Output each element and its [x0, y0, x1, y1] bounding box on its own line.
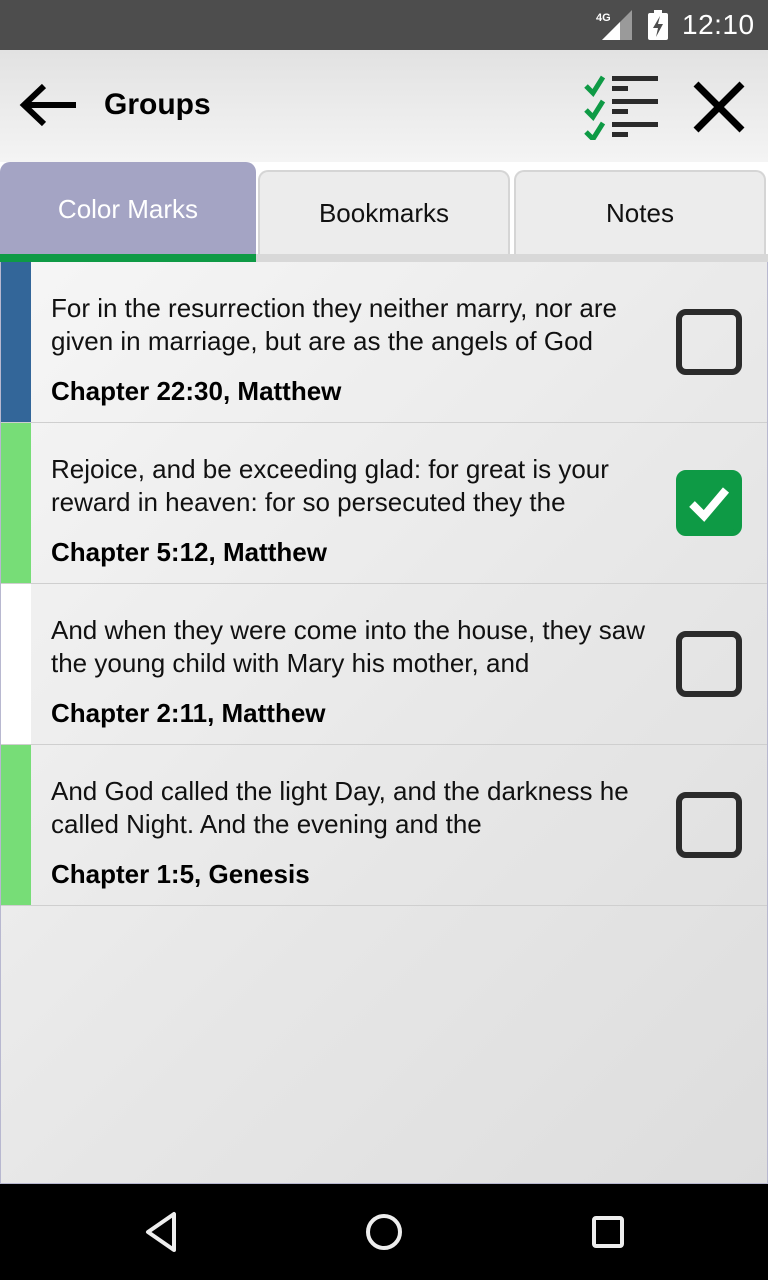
checkmark-icon	[689, 487, 730, 522]
back-triangle-icon[interactable]	[140, 1210, 184, 1254]
svg-text:4G: 4G	[596, 12, 611, 24]
tab-notes[interactable]: Notes	[514, 170, 766, 254]
app-bar: Groups	[0, 50, 768, 162]
item-checkbox-checked[interactable]	[676, 470, 742, 536]
verse-reference: Chapter 2:11, Matthew	[51, 698, 326, 728]
verse-reference: Chapter 22:30, Matthew	[51, 376, 342, 406]
tab-indicator-track	[0, 254, 768, 262]
signal-4g-icon: 4G	[596, 10, 632, 40]
close-icon[interactable]	[692, 80, 746, 134]
status-bar: 4G 12:10	[0, 0, 768, 50]
color-mark-strip	[1, 745, 31, 905]
item-checkbox[interactable]	[676, 309, 742, 375]
list-item[interactable]: Rejoice, and be exceeding glad: for grea…	[1, 423, 767, 584]
arrow-left-icon[interactable]	[18, 82, 80, 128]
page-title: Groups	[104, 88, 211, 121]
recents-square-icon[interactable]	[586, 1210, 630, 1254]
list-item[interactable]: For in the resurrection they neither mar…	[1, 262, 767, 423]
verse-reference: Chapter 1:5, Genesis	[51, 859, 310, 889]
verse-text: And God called the light Day, and the da…	[51, 776, 629, 839]
tab-active-indicator	[0, 254, 256, 262]
checklist-icon[interactable]	[584, 74, 662, 140]
home-circle-icon[interactable]	[362, 1210, 406, 1254]
color-marks-list: For in the resurrection they neither mar…	[0, 262, 768, 1184]
tab-color-marks[interactable]: Color Marks	[0, 162, 256, 254]
tab-bar: Color Marks Bookmarks Notes	[0, 162, 768, 262]
item-checkbox[interactable]	[676, 792, 742, 858]
list-item[interactable]: And when they were come into the house, …	[1, 584, 767, 745]
battery-charging-icon	[648, 10, 668, 40]
tab-bookmarks[interactable]: Bookmarks	[258, 170, 510, 254]
item-checkbox[interactable]	[676, 631, 742, 697]
clock: 12:10	[682, 9, 755, 40]
color-mark-strip	[1, 584, 31, 744]
list-item[interactable]: And God called the light Day, and the da…	[1, 745, 767, 906]
verse-text: For in the resurrection they neither mar…	[51, 293, 617, 356]
verse-reference: Chapter 5:12, Matthew	[51, 537, 327, 567]
color-mark-strip	[1, 423, 31, 583]
verse-text: Rejoice, and be exceeding glad: for grea…	[51, 454, 609, 517]
color-mark-strip	[1, 262, 31, 422]
verse-text: And when they were come into the house, …	[51, 615, 646, 678]
system-nav-bar	[0, 1184, 768, 1280]
